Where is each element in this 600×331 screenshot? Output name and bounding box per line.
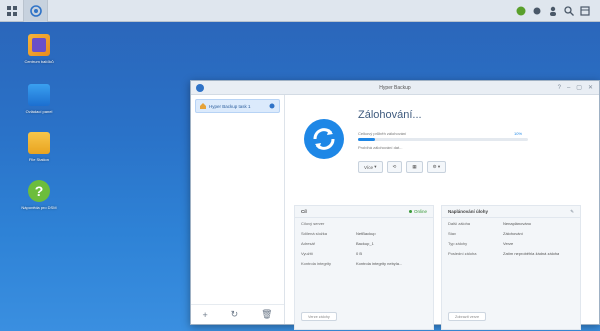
sync-icon — [269, 103, 275, 109]
desktop-icon-label: Nápověda pro DSM — [21, 205, 57, 210]
main-menu-button[interactable] — [0, 0, 24, 22]
schedule-heading: Naplánování úlohy — [448, 209, 489, 214]
taskbar — [0, 0, 600, 22]
info-row: Další záloha Nenaplánováno — [448, 220, 532, 226]
desktop-icon-label: Centrum balíčků — [24, 59, 54, 64]
hyper-backup-window: Hyper Backup ? – ▢ ✕ Hyper Backup task 1… — [190, 80, 600, 330]
info-row: Kontrola integrity Kontrola integrity neb… — [301, 260, 403, 266]
info-row: Poslední záloha Zatím neproběhla žádná zá… — [448, 250, 560, 256]
progress-bar — [358, 138, 528, 141]
task-list-item[interactable]: Hyper Backup task 1 — [195, 99, 280, 113]
backup-sync-icon — [304, 119, 344, 159]
widget-icon[interactable] — [580, 5, 590, 16]
hyper-backup-icon — [29, 4, 42, 17]
grid-icon — [6, 5, 17, 16]
progress-percent: 10% — [514, 131, 523, 136]
restore-icon: ⟲ — [392, 164, 397, 169]
house-icon — [200, 103, 206, 109]
task-label: Hyper Backup task 1 — [209, 103, 251, 109]
maximize-icon[interactable]: ▢ — [576, 84, 582, 92]
window-title: Hyper Backup — [379, 84, 411, 91]
target-status: Online — [413, 209, 427, 214]
desktop-icon-label: Ovládací panel — [25, 109, 53, 114]
main-panel: Zálohování... Celkový průběh zálohování … — [286, 95, 599, 330]
synology-drive-icon[interactable] — [516, 6, 526, 16]
schedule-panel: Naplánování úlohy ✎ Další záloha Nenaplán… — [441, 205, 581, 330]
backup-versions-button[interactable]: Verze zálohy — [301, 312, 337, 321]
schedule-button[interactable]: ▦ — [406, 161, 423, 173]
user-icon[interactable] — [548, 6, 558, 16]
package-center-icon — [28, 34, 50, 56]
edit-icon[interactable]: ✎ — [570, 209, 574, 215]
info-row: Sdílená složka NetBackup — [301, 230, 376, 236]
help-icon: ? — [28, 180, 50, 202]
desktop-icon-label: File Station — [28, 157, 49, 162]
more-button[interactable]: Více ▾ — [358, 161, 383, 173]
add-icon[interactable]: + — [202, 310, 207, 320]
notification-icon[interactable] — [532, 6, 542, 16]
gear-icon: ⚙ — [432, 164, 437, 169]
task-sidebar: Hyper Backup task 1 + ↻ 🗑 — [191, 95, 285, 324]
desktop-icon-help[interactable]: ? Nápověda pro DSM — [14, 180, 64, 210]
target-panel: Cíl Online Cílový server Sdílená složka N… — [294, 205, 434, 330]
progress-label: Celkový průběh zálohování — [358, 131, 407, 136]
delete-icon[interactable]: 🗑 — [261, 309, 272, 320]
progress-fill — [358, 138, 375, 141]
minimize-icon[interactable]: – — [567, 84, 570, 92]
desktop-icon-package-center[interactable]: Centrum balíčků — [14, 34, 64, 64]
hyper-backup-taskbar-button[interactable] — [24, 0, 48, 22]
desktop-icon-control-panel[interactable]: Ovládací panel — [14, 84, 64, 114]
status-title: Zálohování... — [358, 109, 422, 121]
search-icon[interactable] — [564, 5, 574, 16]
info-row: Cílový server — [301, 220, 325, 226]
calendar-icon: ▦ — [412, 164, 417, 169]
restore-button[interactable]: ⟲ — [386, 161, 403, 173]
online-dot-icon — [408, 210, 412, 213]
target-heading: Cíl — [301, 209, 307, 214]
settings-button[interactable]: ⚙ ▾ — [426, 161, 447, 173]
close-icon[interactable]: ✕ — [588, 84, 593, 92]
file-station-icon — [28, 132, 50, 154]
info-row: Adresář Backup_1 — [301, 240, 374, 246]
window-titlebar[interactable]: Hyper Backup ? – ▢ ✕ — [191, 81, 599, 95]
action-buttons: Více ▾ ⟲ ▦ ⚙ ▾ — [358, 161, 447, 173]
info-row: Využití 0 B — [301, 250, 363, 256]
progress-detail: Probíhá zálohování dat... — [358, 145, 403, 150]
help-icon[interactable]: ? — [558, 84, 561, 92]
backup-status: Zálohování... Celkový průběh zálohování … — [294, 101, 591, 201]
more-button-label: Více — [364, 164, 374, 170]
control-panel-icon — [28, 84, 50, 106]
restore-icon[interactable]: ↻ — [231, 309, 239, 320]
desktop-icon-file-station[interactable]: File Station — [14, 132, 64, 162]
view-versions-button[interactable]: Zobrazit verze — [448, 312, 487, 321]
info-row: Typ zálohy Verze — [448, 240, 514, 246]
info-row: Stav Zálohování — [448, 230, 523, 236]
